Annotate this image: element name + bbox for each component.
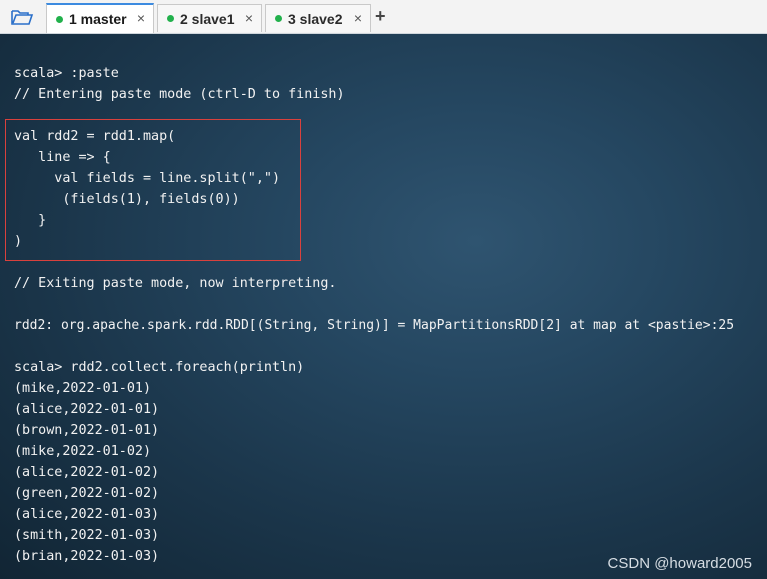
terminal-line: (brian,2022-01-03) (14, 549, 160, 564)
terminal-line: (green,2022-01-02) (14, 486, 160, 501)
folder-open-icon[interactable] (10, 7, 34, 27)
terminal-line: (brown,2022-01-01) (14, 423, 160, 438)
watermark: CSDN @howard2005 (607, 555, 752, 572)
close-icon[interactable]: × (137, 10, 145, 26)
terminal-line: val rdd2 = rdd1.map( (14, 129, 176, 144)
tab-master[interactable]: 1 master × (46, 3, 154, 33)
terminal-line: } (14, 213, 47, 228)
tab-bar: 1 master × 2 slave1 × 3 slave2 × + (0, 0, 767, 34)
terminal-line: line => { (14, 150, 111, 165)
terminal-line: (mike,2022-01-02) (14, 444, 152, 459)
terminal-line: (fields(1), fields(0)) (14, 192, 240, 207)
tab-label: 3 slave2 (288, 10, 343, 27)
terminal-line: scala> :paste (14, 66, 119, 81)
terminal-line: (alice,2022-01-01) (14, 402, 160, 417)
connected-status-dot (275, 15, 282, 22)
close-icon[interactable]: × (354, 10, 362, 26)
terminal-line: scala> rdd2.collect.foreach(println) (14, 360, 305, 375)
tab-slave1[interactable]: 2 slave1 × (157, 4, 262, 32)
tab-slave2[interactable]: 3 slave2 × (265, 4, 371, 32)
connected-status-dot (56, 15, 63, 23)
tab-label: 2 slave1 (180, 10, 235, 27)
terminal-line: (alice,2022-01-03) (14, 507, 160, 522)
close-icon[interactable]: × (245, 10, 253, 26)
connected-status-dot (167, 15, 174, 22)
terminal-line: rdd2: org.apache.spark.rdd.RDD[(String, … (14, 318, 735, 333)
terminal-line: ) (14, 234, 23, 249)
terminal-line: // Exiting paste mode, now interpreting. (14, 276, 337, 291)
terminal-line: (smith,2022-01-03) (14, 528, 160, 543)
tab-label: 1 master (69, 11, 127, 27)
terminal-line: // Entering paste mode (ctrl-D to finish… (14, 87, 345, 102)
terminal-output[interactable]: scala> :paste // Entering paste mode (ct… (0, 34, 767, 579)
terminal-line: (mike,2022-01-01) (14, 381, 152, 396)
terminal-line: val fields = line.split(",") (14, 171, 281, 186)
terminal-line: (alice,2022-01-02) (14, 465, 160, 480)
plus-icon[interactable]: + (375, 6, 386, 27)
